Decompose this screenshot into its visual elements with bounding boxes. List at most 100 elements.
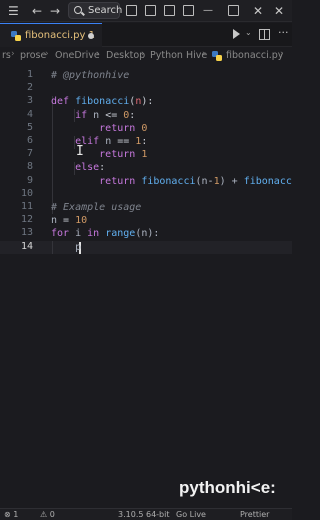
line-number: 9 (26, 174, 33, 186)
code-line[interactable]: return 1 (51, 148, 147, 161)
code-line[interactable]: for i in range(n): (51, 227, 159, 240)
close-icon[interactable]: ✕ (253, 4, 263, 18)
line-number: 10 (20, 187, 33, 199)
code-token: p (51, 241, 82, 253)
back-arrow-icon[interactable]: ← (32, 4, 42, 18)
command-search-box[interactable]: Search (68, 2, 123, 19)
code-token: in (87, 228, 106, 240)
python-logo-icon (11, 31, 21, 41)
line-number: 4 (26, 108, 33, 120)
code-token: n (93, 109, 106, 121)
line-number: 5 (26, 121, 33, 133)
breadcrumb-item[interactable]: fibonacci.py (226, 50, 283, 61)
toggle-panel-icon[interactable] (145, 5, 156, 16)
chevron-right-icon: › (202, 49, 206, 59)
code-token: # @pythonhive (51, 70, 130, 81)
code-line[interactable]: # Example usage (51, 201, 141, 214)
breadcrumb: rs › prose › OneDrive › Desktop › Python… (0, 48, 292, 64)
code-line[interactable]: return 0 (51, 122, 147, 135)
toggle-sidebar-icon[interactable] (126, 5, 137, 16)
code-line[interactable]: if n <= 0: (51, 109, 135, 122)
chevron-right-icon: › (96, 49, 100, 59)
code-token: fibonacci (141, 175, 196, 187)
code-line[interactable]: else: (51, 161, 105, 174)
prettier-status[interactable]: Prettier (240, 510, 269, 519)
forward-arrow-icon[interactable]: → (50, 4, 60, 18)
code-token: return (51, 149, 142, 161)
code-token: = (63, 215, 76, 227)
code-token: : (99, 162, 106, 174)
code-token: : (129, 109, 136, 121)
code-token: else (51, 162, 100, 174)
code-token: ) + (219, 175, 244, 187)
toggle-secondary-sidebar-icon[interactable] (164, 5, 175, 16)
customize-layout-icon[interactable] (183, 5, 194, 16)
code-token: fibonacci (243, 175, 292, 187)
line-number: 12 (20, 214, 33, 226)
code-token: 10 (75, 215, 88, 227)
line-number: 8 (26, 161, 33, 173)
chevron-right-icon: › (11, 49, 15, 59)
code-line[interactable]: return fibonacci(n-1) + fibonacci(n- (51, 175, 292, 188)
line-number: 7 (26, 148, 33, 160)
tab-fibonacci-py[interactable]: fibonacci.py 1 (0, 23, 102, 47)
problems-warnings-count[interactable]: ⚠ 0 (40, 510, 55, 519)
window-close-icon[interactable]: ✕ (274, 4, 284, 18)
code-token: def (51, 96, 76, 108)
current-line-highlight (0, 241, 292, 254)
minimize-icon[interactable]: — (203, 4, 213, 18)
code-token: (n (195, 175, 208, 187)
code-line[interactable]: p (51, 241, 81, 254)
menu-icon[interactable]: ☰ (8, 4, 19, 18)
line-number: 3 (26, 95, 33, 107)
code-token: 0 (141, 122, 148, 134)
code-line[interactable]: def fibonacci(n): (51, 95, 153, 108)
search-icon (74, 6, 82, 14)
code-line[interactable]: n = 10 (51, 214, 87, 227)
run-icon[interactable] (233, 29, 240, 39)
more-actions-icon[interactable]: ··· (278, 26, 289, 39)
line-number: 2 (26, 82, 33, 94)
code-token: i (75, 228, 88, 240)
line-number: 14 (20, 240, 33, 252)
python-interpreter-version[interactable]: 3.10.5 64-bit (118, 510, 170, 519)
tab-title: fibonacci.py 1 (25, 30, 95, 41)
split-editor-icon[interactable] (259, 29, 270, 40)
pythonhive-watermark: pythonhi<e: (179, 478, 276, 497)
chevron-right-icon: › (280, 49, 284, 59)
code-token: if (51, 109, 94, 121)
unsaved-indicator[interactable] (88, 33, 94, 39)
go-live-button[interactable]: Go Live (176, 510, 206, 519)
problems-errors-count[interactable]: ⊗ 1 (4, 510, 18, 519)
code-token: for (51, 228, 76, 240)
code-token: == (117, 136, 136, 147)
chevron-right-icon: › (45, 49, 49, 59)
code-line[interactable]: elif n == 1: (51, 135, 147, 148)
code-editor[interactable]: I 1 # @pythonhive 2 3 def fibonacci(n): 4 if … (0, 64, 292, 504)
chevron-right-icon: › (141, 49, 145, 59)
code-token: 1 (141, 149, 148, 161)
code-token: elif (51, 136, 106, 147)
breadcrumb-item[interactable]: Desktop (106, 50, 145, 61)
breadcrumb-item[interactable]: OneDrive (55, 50, 100, 61)
code-token: fibonacci (75, 96, 130, 108)
breadcrumb-item[interactable]: prose (20, 50, 46, 61)
editor-tab-bar: fibonacci.py 1 ⌄ ··· (0, 23, 292, 47)
maximize-icon[interactable] (228, 5, 239, 16)
code-token: n (51, 215, 64, 227)
python-logo-icon (212, 51, 222, 61)
breadcrumb-item[interactable]: rs (2, 50, 11, 61)
run-options-chevron-icon[interactable]: ⌄ (245, 28, 252, 37)
code-token: (n): (135, 228, 160, 240)
breadcrumb-item[interactable]: Python Hive (150, 50, 207, 61)
line-number: 1 (26, 69, 33, 80)
code-token: ): (141, 96, 154, 108)
code-token: return (51, 122, 142, 134)
search-label: Search (88, 5, 123, 16)
code-token: : (141, 136, 148, 147)
code-line[interactable]: # @pythonhive (51, 69, 129, 82)
line-number: 6 (26, 135, 33, 146)
code-token: # Example usage (51, 202, 142, 213)
line-number: 11 (20, 201, 33, 212)
status-bar: ⊗ 1 ⚠ 0 3.10.5 64-bit Go Live Prettier (0, 508, 292, 520)
